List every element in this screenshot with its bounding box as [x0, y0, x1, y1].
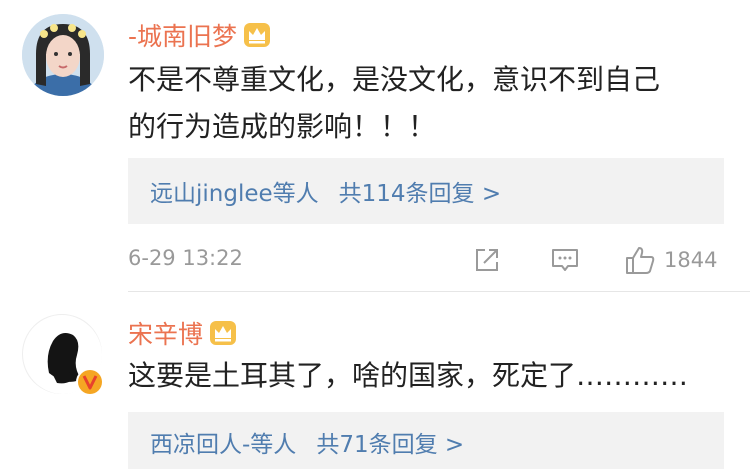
- reply-total-link[interactable]: 共114条回复 >: [339, 174, 501, 208]
- share-icon: [476, 249, 498, 271]
- crown-icon: [243, 22, 271, 48]
- comment-button[interactable]: [550, 242, 580, 278]
- like-icon: [626, 247, 655, 274]
- avatar[interactable]: [22, 14, 104, 96]
- username[interactable]: 宋辛博: [128, 315, 237, 351]
- comment-meta: 6-29 13:22 1844: [128, 242, 724, 278]
- username-text[interactable]: 宋辛博: [128, 320, 203, 349]
- verified-icon: [75, 367, 105, 397]
- reply-total-link[interactable]: 共71条回复 >: [316, 425, 464, 459]
- like-count: 1844: [664, 248, 718, 272]
- reply-summary[interactable]: 西凉回人-等人 共71条回复 >: [128, 412, 724, 469]
- share-button[interactable]: [473, 242, 501, 278]
- comment-item: -城南旧梦 不是不尊重文化，是没文化，意识不到自己 的行为造成的影响！！！ 远山…: [0, 0, 750, 292]
- comment-text: 不是不尊重文化，是没文化，意识不到自己 的行为造成的影响！！！: [128, 56, 660, 150]
- timestamp: 6-29 13:22: [128, 246, 243, 270]
- reply-names[interactable]: 远山jinglee等人: [150, 174, 319, 208]
- avatar[interactable]: [22, 314, 105, 397]
- comment-text-line: 这要是土耳其了，啥的国家，死定了…………: [128, 359, 689, 392]
- comment-item: 宋辛博 这要是土耳其了，啥的国家，死定了………… 西凉回人-等人 共71条回复 …: [0, 292, 750, 469]
- reply-names[interactable]: 西凉回人-等人: [150, 425, 296, 459]
- crown-icon: [209, 320, 237, 346]
- like-button[interactable]: 1844: [624, 242, 717, 278]
- reply-summary[interactable]: 远山jinglee等人 共114条回复 >: [128, 158, 724, 224]
- comment-text-line: 不是不尊重文化，是没文化，意识不到自己: [128, 63, 661, 96]
- comment-text: 这要是土耳其了，啥的国家，死定了…………: [128, 352, 688, 399]
- comment-text-line: 的行为造成的影响！！！: [128, 110, 437, 143]
- avatar-image: [22, 14, 104, 96]
- username[interactable]: -城南旧梦: [128, 17, 271, 53]
- comment-icon: [552, 249, 578, 271]
- username-text[interactable]: -城南旧梦: [128, 22, 237, 51]
